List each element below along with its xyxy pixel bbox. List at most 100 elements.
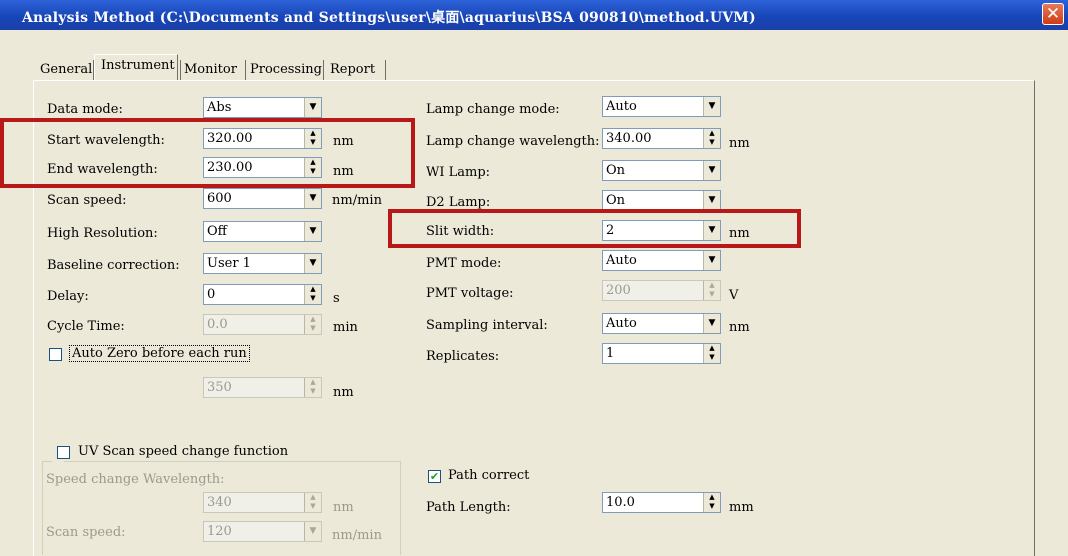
high-resolution-value: Off: [207, 224, 227, 239]
lamp-change-wavelength-label: Lamp change wavelength:: [426, 134, 600, 149]
dropdown-arrow-icon[interactable]: ▼: [703, 97, 720, 116]
dropdown-arrow-icon[interactable]: ▼: [304, 189, 321, 208]
cycle-time-value: 0.0: [207, 317, 228, 332]
sampling-interval-select[interactable]: Auto ▼: [602, 313, 721, 334]
tab-general[interactable]: General: [40, 60, 92, 80]
path-length-unit: mm: [729, 500, 754, 515]
dropdown-arrow-icon[interactable]: ▼: [304, 254, 321, 273]
spin-buttons-icon[interactable]: ▲ ▼: [703, 281, 720, 300]
baseline-correction-select[interactable]: User 1 ▼: [203, 253, 322, 274]
slit-width-unit: nm: [729, 226, 750, 241]
baseline-correction-value: User 1: [207, 256, 251, 271]
spin-buttons-icon[interactable]: ▲ ▼: [304, 378, 321, 397]
path-correct-checkbox[interactable]: ✔: [428, 470, 441, 483]
spin-buttons-icon[interactable]: ▲ ▼: [304, 129, 321, 148]
delay-unit: s: [333, 291, 340, 306]
auto-zero-wavelength-input[interactable]: 350 ▲ ▼: [203, 377, 322, 398]
lamp-change-wavelength-input[interactable]: 340.00 ▲ ▼: [602, 128, 721, 149]
start-wavelength-unit: nm: [333, 134, 354, 149]
delay-value: 0: [207, 287, 216, 302]
spin-buttons-icon[interactable]: ▲ ▼: [304, 158, 321, 177]
end-wavelength-value: 230.00: [207, 160, 253, 175]
analysis-method-window: Analysis Method (C:\Documents and Settin…: [0, 0, 1068, 556]
auto-zero-label: Auto Zero before each run: [69, 345, 250, 362]
group-scan-speed-select[interactable]: 120 ▼: [203, 521, 322, 542]
tab-instrument[interactable]: Instrument: [94, 54, 178, 80]
wi-lamp-select[interactable]: On ▼: [602, 160, 721, 181]
auto-zero-wavelength-value: 350: [207, 380, 232, 395]
lamp-change-mode-select[interactable]: Auto ▼: [602, 96, 721, 117]
dropdown-arrow-icon[interactable]: ▼: [703, 191, 720, 210]
data-mode-select[interactable]: Abs ▼: [203, 97, 322, 118]
dropdown-arrow-icon[interactable]: ▼: [703, 251, 720, 270]
path-length-label: Path Length:: [426, 500, 511, 515]
slit-width-select[interactable]: 2 ▼: [602, 220, 721, 241]
tab-monitor[interactable]: Monitor: [184, 60, 237, 80]
replicates-value: 1: [606, 346, 615, 361]
start-wavelength-input[interactable]: 320.00 ▲ ▼: [203, 128, 322, 149]
group-scan-speed-unit: nm/min: [332, 528, 382, 543]
lamp-change-mode-label: Lamp change mode:: [426, 102, 560, 117]
delay-label: Delay:: [47, 289, 89, 304]
speed-change-wavelength-value: 340: [207, 495, 232, 510]
path-length-value: 10.0: [606, 495, 635, 510]
uv-scan-checkbox[interactable]: [57, 446, 70, 459]
data-mode-label: Data mode:: [47, 102, 123, 117]
tab-processing[interactable]: Processing: [250, 60, 322, 80]
sampling-interval-value: Auto: [606, 316, 637, 331]
title-bar[interactable]: Analysis Method (C:\Documents and Settin…: [0, 0, 1068, 30]
speed-change-wavelength-input[interactable]: 340 ▲ ▼: [203, 492, 322, 513]
scan-speed-unit: nm/min: [332, 193, 382, 208]
baseline-correction-label: Baseline correction:: [47, 258, 180, 273]
spin-buttons-icon[interactable]: ▲ ▼: [703, 129, 720, 148]
auto-zero-wavelength-unit: nm: [333, 385, 354, 400]
group-scan-speed-label: Scan speed:: [46, 525, 126, 540]
speed-change-wavelength-unit: nm: [333, 500, 354, 515]
high-resolution-label: High Resolution:: [47, 226, 158, 241]
end-wavelength-input[interactable]: 230.00 ▲ ▼: [203, 157, 322, 178]
speed-change-wavelength-label: Speed change Wavelength:: [46, 472, 225, 487]
cycle-time-label: Cycle Time:: [47, 319, 125, 334]
tab-separator: [180, 60, 181, 80]
cycle-time-unit: min: [333, 320, 358, 335]
dropdown-arrow-icon[interactable]: ▼: [304, 222, 321, 241]
spin-buttons-icon[interactable]: ▲ ▼: [304, 493, 321, 512]
wi-lamp-label: WI Lamp:: [426, 165, 491, 180]
scan-speed-label: Scan speed:: [47, 193, 127, 208]
sampling-interval-label: Sampling interval:: [426, 318, 548, 333]
slit-width-label: Slit width:: [426, 224, 495, 239]
auto-zero-checkbox[interactable]: [49, 348, 62, 361]
replicates-label: Replicates:: [426, 349, 500, 364]
d2-lamp-select[interactable]: On ▼: [602, 190, 721, 211]
pmt-mode-select[interactable]: Auto ▼: [602, 250, 721, 271]
dropdown-arrow-icon[interactable]: ▼: [703, 314, 720, 333]
delay-input[interactable]: 0 ▲ ▼: [203, 284, 322, 305]
spin-buttons-icon[interactable]: ▲ ▼: [703, 493, 720, 512]
spin-buttons-icon[interactable]: ▲ ▼: [304, 315, 321, 334]
pmt-voltage-value: 200: [606, 283, 631, 298]
pmt-voltage-input[interactable]: 200 ▲ ▼: [602, 280, 721, 301]
scan-speed-value: 600: [207, 191, 232, 206]
d2-lamp-value: On: [606, 193, 626, 208]
pmt-mode-value: Auto: [606, 253, 637, 268]
data-mode-value: Abs: [207, 100, 232, 115]
scan-speed-select[interactable]: 600 ▼: [203, 188, 322, 209]
d2-lamp-label: D2 Lamp:: [426, 195, 491, 210]
spin-buttons-icon[interactable]: ▲ ▼: [703, 344, 720, 363]
replicates-input[interactable]: 1 ▲ ▼: [602, 343, 721, 364]
path-length-input[interactable]: 10.0 ▲ ▼: [602, 492, 721, 513]
dropdown-arrow-icon[interactable]: ▼: [703, 161, 720, 180]
window-title: Analysis Method (C:\Documents and Settin…: [22, 10, 756, 26]
pmt-voltage-label: PMT voltage:: [426, 286, 514, 301]
tab-separator: [323, 60, 324, 80]
dropdown-arrow-icon[interactable]: ▼: [304, 98, 321, 117]
high-resolution-select[interactable]: Off ▼: [203, 221, 322, 242]
spin-buttons-icon[interactable]: ▲ ▼: [304, 285, 321, 304]
dropdown-arrow-icon[interactable]: ▼: [304, 522, 321, 541]
dropdown-arrow-icon[interactable]: ▼: [703, 221, 720, 240]
slit-width-value: 2: [606, 223, 615, 238]
pmt-voltage-unit: V: [729, 288, 739, 303]
close-button[interactable]: ✕: [1042, 3, 1064, 25]
cycle-time-input[interactable]: 0.0 ▲ ▼: [203, 314, 322, 335]
tab-report[interactable]: Report: [330, 60, 375, 80]
